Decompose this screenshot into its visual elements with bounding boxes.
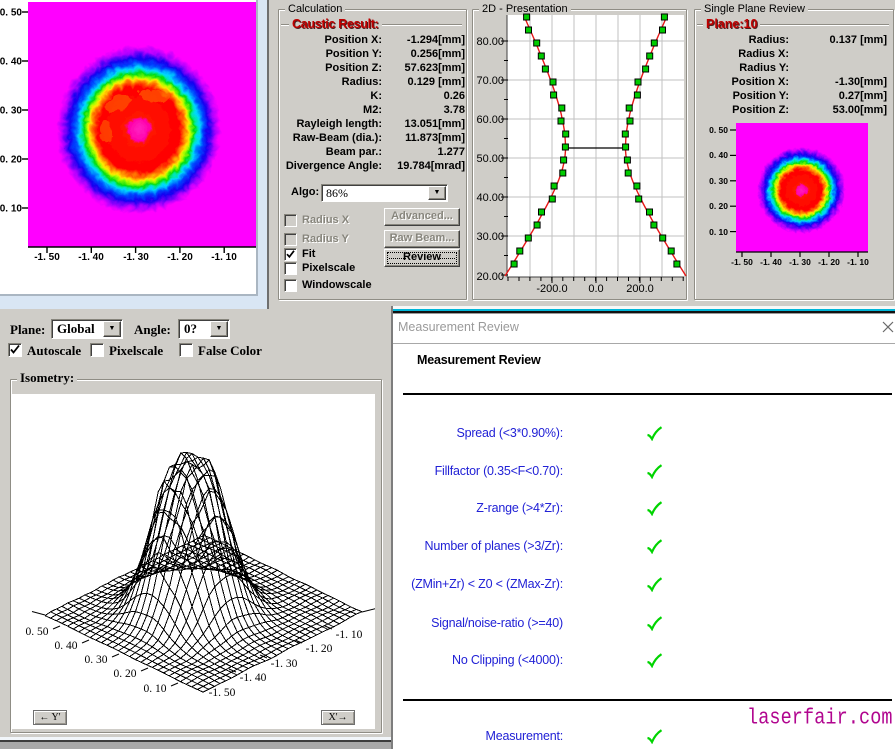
svg-text:-1. 10: -1. 10 [211, 252, 237, 263]
svg-text:70.00: 70.00 [476, 75, 504, 87]
svg-text:-1. 50: -1. 50 [34, 252, 60, 263]
svg-text:-1. 40: -1. 40 [78, 252, 104, 263]
svg-text:-1. 20: -1. 20 [306, 643, 333, 655]
svg-text:0. 10: 0. 10 [144, 683, 167, 695]
svg-text:0. 50: 0. 50 [0, 8, 22, 19]
svg-text:200.0: 200.0 [626, 283, 654, 295]
svg-text:50.00: 50.00 [476, 153, 504, 165]
svg-text:-1. 50: -1. 50 [209, 687, 236, 699]
svg-text:0. 50: 0. 50 [709, 125, 728, 135]
svg-text:0. 20: 0. 20 [114, 668, 137, 680]
svg-text:-200.0: -200.0 [536, 283, 567, 295]
svg-text:0.0: 0.0 [588, 283, 603, 295]
svg-text:0. 20: 0. 20 [709, 201, 728, 211]
svg-text:0. 50: 0. 50 [26, 626, 49, 638]
svg-text:0. 30: 0. 30 [85, 654, 108, 666]
svg-text:40.00: 40.00 [476, 192, 504, 204]
svg-text:-1. 50: -1. 50 [731, 257, 753, 267]
svg-text:0. 10: 0. 10 [0, 204, 22, 215]
svg-text:-1. 30: -1. 30 [789, 257, 811, 267]
svg-text:30.00: 30.00 [476, 231, 504, 243]
svg-text:-1. 10: -1. 10 [336, 629, 363, 641]
svg-text:0. 40: 0. 40 [55, 640, 78, 652]
svg-text:-1. 30: -1. 30 [271, 658, 298, 670]
svg-text:0. 40: 0. 40 [709, 150, 728, 160]
svg-text:0. 40: 0. 40 [0, 57, 22, 68]
svg-text:-1. 40: -1. 40 [240, 672, 267, 684]
svg-text:-1. 30: -1. 30 [123, 252, 149, 263]
svg-text:0. 30: 0. 30 [0, 106, 22, 117]
svg-text:0. 20: 0. 20 [0, 155, 22, 166]
svg-text:-1. 20: -1. 20 [167, 252, 193, 263]
svg-text:-1. 20: -1. 20 [818, 257, 840, 267]
svg-text:-1. 40: -1. 40 [760, 257, 782, 267]
svg-text:0. 10: 0. 10 [709, 227, 728, 237]
svg-text:80.00: 80.00 [476, 36, 504, 48]
svg-text:60.00: 60.00 [476, 114, 504, 126]
svg-text:0. 30: 0. 30 [709, 176, 728, 186]
svg-text:-1. 10: -1. 10 [847, 257, 869, 267]
svg-text:20.00: 20.00 [476, 271, 504, 283]
